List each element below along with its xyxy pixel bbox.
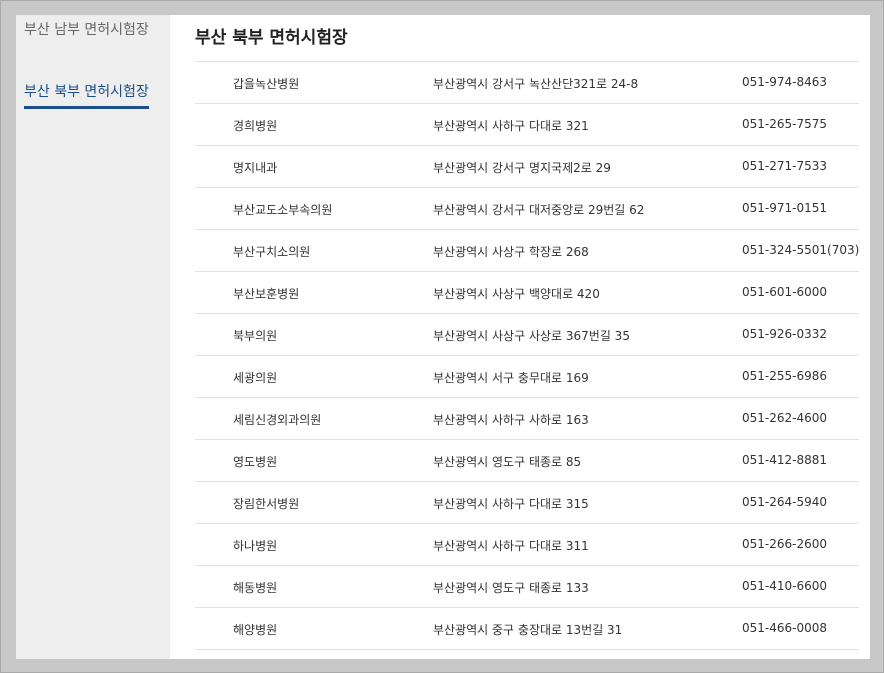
table-row: 하나병원 부산광역시 사하구 다대로 311 051-266-2600 [195,524,859,566]
hospital-name: 부산보훈병원 [233,287,300,301]
table-row: 부산구치소의원 부산광역시 사상구 학장로 268 051-324-5501(703… [195,230,859,272]
hospital-address: 부산광역시 강서구 명지국제2로 29 [433,161,611,175]
table-row: 세림신경외과의원 부산광역시 사하구 사하로 163 051-262-4600 [195,398,859,440]
hospital-name: 부산구치소의원 [233,245,311,259]
table-row: 명지내과 부산광역시 강서구 명지국제2로 29 051-271-7533 [195,146,859,188]
hospital-name: 갑을녹산병원 [233,77,300,91]
hospital-name: 명지내과 [233,161,278,175]
hospital-phone: 051-412-8881 [742,453,828,467]
hospital-address: 부산광역시 중구 충장대로 13번길 31 [433,623,623,637]
hospital-phone: 051-466-0008 [742,621,828,635]
hospital-phone: 051-324-5501(703) [742,243,860,257]
hospital-name: 경희병원 [233,119,278,133]
hospital-name: 북부의원 [233,329,278,343]
hospital-name: 부산교도소부속의원 [233,203,333,217]
hospital-address: 부산광역시 사상구 사상로 367번길 35 [433,329,630,343]
page-title: 부산 북부 면허시험장 [195,28,348,48]
main-content: 부산 북부 면허시험장 갑을녹산병원 부산광역시 강서구 녹산산단321로 24-… [170,15,870,659]
hospital-name: 장림한서병원 [233,497,300,511]
table-row: 부산보훈병원 부산광역시 사상구 백양대로 420 051-601-6000 [195,272,859,314]
hospital-address: 부산광역시 사하구 다대로 321 [433,119,589,133]
hospital-name: 하나병원 [233,539,278,553]
hospital-name: 세광의원 [233,371,278,385]
hospital-address: 부산광역시 사상구 백양대로 420 [433,287,600,301]
hospital-phone: 051-255-6986 [742,369,828,383]
hospital-name: 세림신경외과의원 [233,413,322,427]
hospital-name: 해동병원 [233,581,278,595]
table-row: 영도병원 부산광역시 영도구 태종로 85 051-412-8881 [195,440,859,482]
hospital-phone: 051-601-6000 [742,285,828,299]
hospital-phone: 051-971-0151 [742,201,828,215]
hospital-table: 갑을녹산병원 부산광역시 강서구 녹산산단321로 24-8 051-974-846… [195,61,859,650]
hospital-name: 해양병원 [233,623,278,637]
sidebar-item-busan-south[interactable]: 부산 남부 면허시험장 [24,19,149,39]
hospital-phone: 051-264-5940 [742,495,828,509]
hospital-address: 부산광역시 서구 충무대로 169 [433,371,589,385]
hospital-address: 부산광역시 강서구 녹산산단321로 24-8 [433,77,639,91]
table-row: 해동병원 부산광역시 영도구 태종로 133 051-410-6600 [195,566,859,608]
hospital-phone: 051-410-6600 [742,579,828,593]
table-row: 장림한서병원 부산광역시 사하구 다대로 315 051-264-5940 [195,482,859,524]
hospital-address: 부산광역시 영도구 태종로 133 [433,581,589,595]
table-row: 경희병원 부산광역시 사하구 다대로 321 051-265-7575 [195,104,859,146]
hospital-phone: 051-271-7533 [742,159,828,173]
sidebar-item-busan-north[interactable]: 부산 북부 면허시험장 [24,81,149,109]
hospital-phone: 051-266-2600 [742,537,828,551]
table-row: 부산교도소부속의원 부산광역시 강서구 대저중앙로 29번길 62 051-971-… [195,188,859,230]
table-row: 갑을녹산병원 부산광역시 강서구 녹산산단321로 24-8 051-974-846… [195,62,859,104]
sidebar: 부산 남부 면허시험장 부산 북부 면허시험장 [16,15,170,659]
hospital-address: 부산광역시 영도구 태종로 85 [433,455,582,469]
hospital-address: 부산광역시 사하구 다대로 311 [433,539,589,553]
hospital-name: 영도병원 [233,455,278,469]
hospital-phone: 051-974-8463 [742,75,828,89]
hospital-address: 부산광역시 강서구 대저중앙로 29번길 62 [433,203,645,217]
table-row: 해양병원 부산광역시 중구 충장대로 13번길 31 051-466-0008 [195,608,859,650]
hospital-address: 부산광역시 사하구 사하로 163 [433,413,589,427]
hospital-phone: 051-262-4600 [742,411,828,425]
hospital-phone: 051-265-7575 [742,117,828,131]
hospital-address: 부산광역시 사하구 다대로 315 [433,497,589,511]
table-row: 세광의원 부산광역시 서구 충무대로 169 051-255-6986 [195,356,859,398]
hospital-address: 부산광역시 사상구 학장로 268 [433,245,589,259]
hospital-phone: 051-926-0332 [742,327,828,341]
window-frame: 부산 남부 면허시험장 부산 북부 면허시험장 부산 북부 면허시험장 갑을녹산… [0,0,884,673]
table-row: 북부의원 부산광역시 사상구 사상로 367번길 35 051-926-0332 [195,314,859,356]
